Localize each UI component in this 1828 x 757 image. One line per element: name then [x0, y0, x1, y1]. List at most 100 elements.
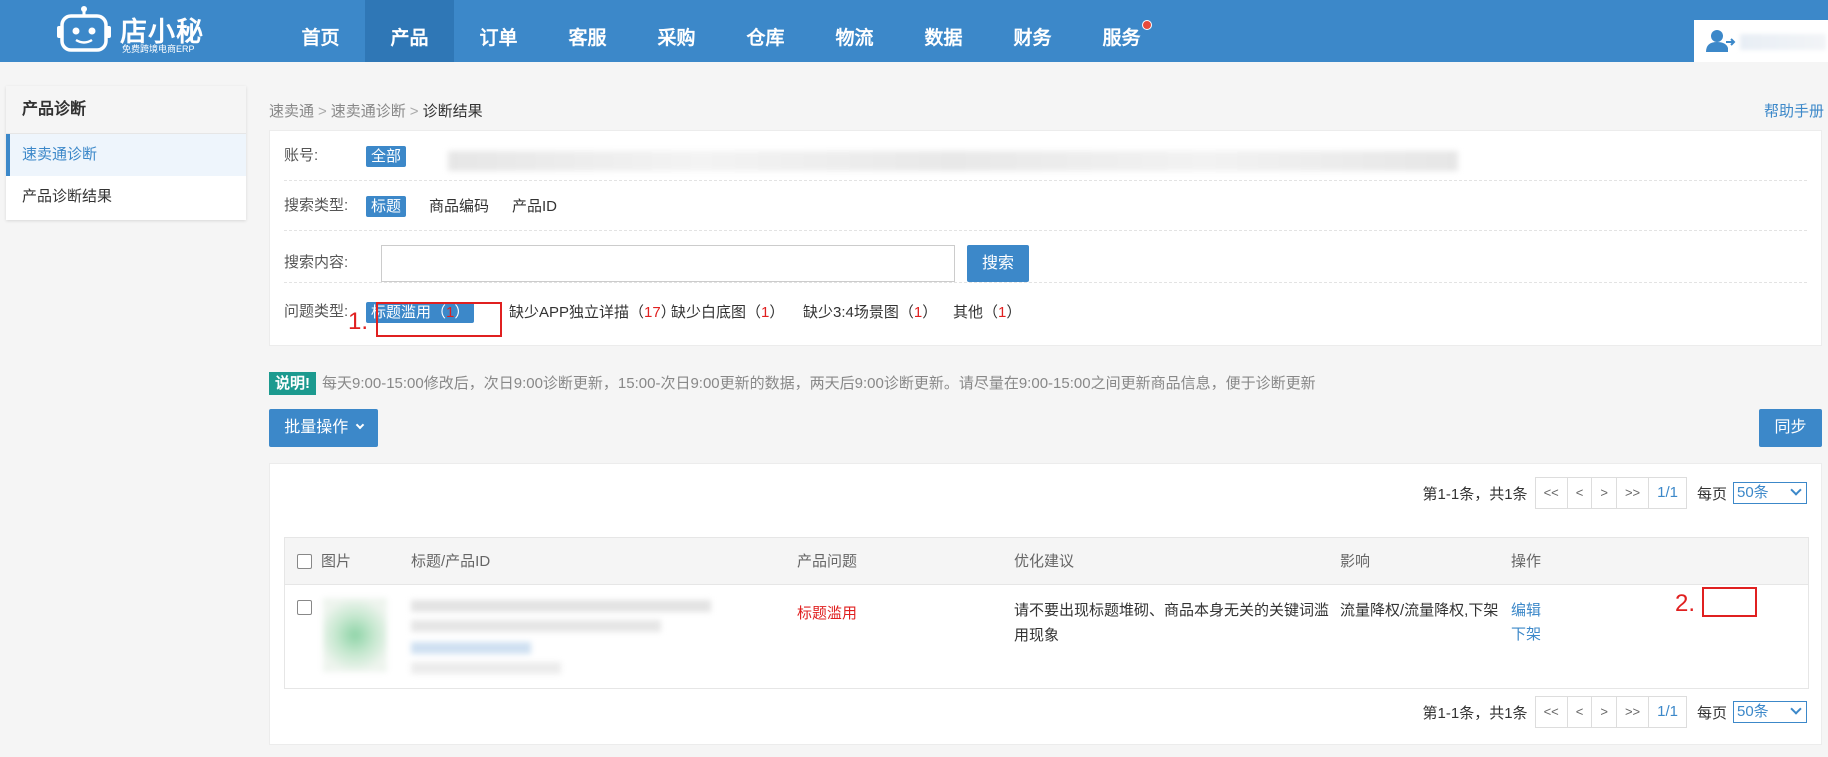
annotation-step2: 2.: [1675, 590, 1696, 617]
notice-tag: 说明!: [269, 372, 316, 395]
nav-logistics[interactable]: 物流: [810, 0, 899, 62]
page-prev-button[interactable]: <: [1566, 477, 1593, 509]
product-title-redacted: [411, 620, 661, 632]
notice-text: 每天9:00-15:00修改后，次日9:00诊断更新，15:00-次日9:00更…: [322, 375, 1316, 392]
pagination-info: 第1-1条，共1条: [1422, 485, 1528, 503]
logo-subtitle: 免费跨境电商ERP: [122, 44, 195, 54]
nav-orders[interactable]: 订单: [454, 0, 543, 62]
nav-label: 财务: [1013, 28, 1052, 49]
sidebar-item-aliexpress-diagnosis[interactable]: 速卖通诊断: [6, 134, 246, 176]
per-page-select[interactable]: 50条: [1733, 482, 1807, 504]
delist-link[interactable]: 下架: [1511, 622, 1541, 647]
row-impact: 流量降权/流量降权,下架: [1340, 602, 1499, 619]
breadcrumb-item[interactable]: 速卖通诊断: [331, 103, 406, 120]
nav-label: 数据: [924, 28, 963, 49]
search-type-sku[interactable]: 商品编码: [424, 196, 494, 217]
per-page-value: 50条: [1737, 484, 1769, 501]
nav-warehouse[interactable]: 仓库: [721, 0, 810, 62]
logo[interactable]: 店小秘 免费跨境电商ERP: [56, 4, 216, 56]
issue-count: 1: [998, 304, 1007, 321]
issue-count: 1: [761, 304, 770, 321]
account-list-redacted: [448, 151, 1458, 171]
issue-type-missing-app-desc[interactable]: 缺少APP独立详描（17）: [504, 302, 681, 323]
nav-label: 服务: [1102, 28, 1141, 49]
page-next-button[interactable]: >: [1591, 477, 1617, 509]
issue-name: 缺少3:4场景图: [803, 304, 899, 321]
breadcrumb: 速卖通 > 速卖通诊断 > 诊断结果: [269, 100, 483, 121]
sync-button[interactable]: 同步: [1759, 409, 1822, 447]
breadcrumb-separator: >: [409, 103, 419, 120]
issue-type-other[interactable]: 其他（1）: [948, 302, 1026, 323]
notification-dot: [1142, 20, 1152, 30]
issue-type-missing-white-bg[interactable]: 缺少白底图（1）: [666, 302, 789, 323]
page-prev-button[interactable]: <: [1566, 696, 1593, 728]
nav-label: 订单: [479, 28, 518, 49]
issue-count: 1: [913, 304, 923, 321]
issue-name: 缺少白底图: [671, 304, 747, 321]
account-option-all[interactable]: 全部: [366, 146, 407, 167]
select-all-checkbox[interactable]: [297, 554, 312, 569]
help-manual-link[interactable]: 帮助手册: [1764, 100, 1824, 121]
row-checkbox[interactable]: [297, 600, 312, 615]
pagination-bottom: 第1-1条，共1条 << < > >> 1/1 每页 50条: [1423, 696, 1807, 728]
page-last-button[interactable]: >>: [1615, 477, 1650, 509]
col-impact: 影响: [1340, 553, 1371, 570]
chevron-down-icon: [1790, 484, 1802, 496]
sidebar-item-diagnosis-results[interactable]: 产品诊断结果: [6, 176, 246, 218]
page-next-button[interactable]: >: [1591, 696, 1617, 728]
product-title-redacted: [411, 600, 711, 612]
nav-purchase[interactable]: 采购: [632, 0, 721, 62]
batch-actions-button[interactable]: 批量操作: [269, 409, 378, 447]
nav-service[interactable]: 服务: [1077, 0, 1166, 62]
results-table: 图片 标题/产品ID 产品问题 优化建议 影响 操作 标题滥用 请不要出现标题堆…: [284, 537, 1809, 689]
results-panel: 第1-1条，共1条 << < > >> 1/1 每页 50条 图片 标题/产品I…: [269, 463, 1822, 745]
page-indicator[interactable]: 1/1: [1648, 696, 1687, 728]
nav-label: 产品: [390, 28, 429, 49]
filter-row-search-type: 搜索类型: 标题 商品编码 产品ID: [284, 181, 1807, 231]
row-problem: 标题滥用: [797, 605, 858, 622]
filter-row-account: 账号: 全部: [284, 131, 1807, 181]
top-navbar: 店小秘 免费跨境电商ERP 首页 产品 订单 客服 采购 仓库 物流 数据 财务…: [0, 0, 1828, 62]
user-menu[interactable]: [1694, 20, 1828, 62]
sidebar-title: 产品诊断: [6, 86, 246, 134]
nav-label: 物流: [835, 28, 874, 49]
search-input[interactable]: [381, 245, 955, 282]
product-meta-redacted: [411, 662, 561, 674]
issue-name: 缺少APP独立详描: [509, 304, 630, 321]
nav-label: 采购: [657, 28, 696, 49]
breadcrumb-separator: >: [318, 103, 327, 120]
robot-logo-icon: [57, 6, 111, 52]
edit-link[interactable]: 编辑: [1511, 598, 1541, 623]
search-type-product-id[interactable]: 产品ID: [507, 196, 562, 217]
col-problem: 产品问题: [797, 553, 858, 570]
nav-home[interactable]: 首页: [276, 0, 365, 62]
search-type-title[interactable]: 标题: [366, 196, 407, 217]
page-first-button[interactable]: <<: [1534, 696, 1568, 728]
chevron-down-icon: [355, 420, 364, 430]
col-title: 标题/产品ID: [411, 553, 491, 570]
issue-type-missing-scene-image[interactable]: 缺少3:4场景图（1）: [798, 302, 942, 323]
chevron-down-icon: [1790, 703, 1802, 715]
product-image-redacted[interactable]: [323, 598, 387, 672]
account-label: 账号:: [284, 147, 319, 164]
nav-finance[interactable]: 财务: [988, 0, 1077, 62]
pagination-top: 第1-1条，共1条 << < > >> 1/1 每页 50条: [1423, 477, 1807, 509]
search-button[interactable]: 搜索: [967, 245, 1029, 282]
page-first-button[interactable]: <<: [1534, 477, 1568, 509]
user-name-redacted: [1740, 34, 1826, 50]
page-indicator[interactable]: 1/1: [1648, 477, 1687, 509]
nav-label: 客服: [568, 28, 607, 49]
product-id-redacted: [411, 642, 531, 654]
breadcrumb-item[interactable]: 速卖通: [269, 103, 314, 120]
search-type-label: 搜索类型:: [284, 197, 349, 214]
page-last-button[interactable]: >>: [1615, 696, 1650, 728]
highlight-box-step2: [1702, 587, 1757, 617]
per-page-select[interactable]: 50条: [1733, 701, 1807, 723]
nav-label: 仓库: [746, 28, 785, 49]
issue-name: 其他: [953, 304, 984, 321]
nav-customer-service[interactable]: 客服: [543, 0, 632, 62]
user-switch-icon: [1706, 30, 1736, 52]
nav-data[interactable]: 数据: [899, 0, 988, 62]
nav-products[interactable]: 产品: [365, 0, 454, 62]
batch-actions-label: 批量操作: [284, 419, 349, 436]
